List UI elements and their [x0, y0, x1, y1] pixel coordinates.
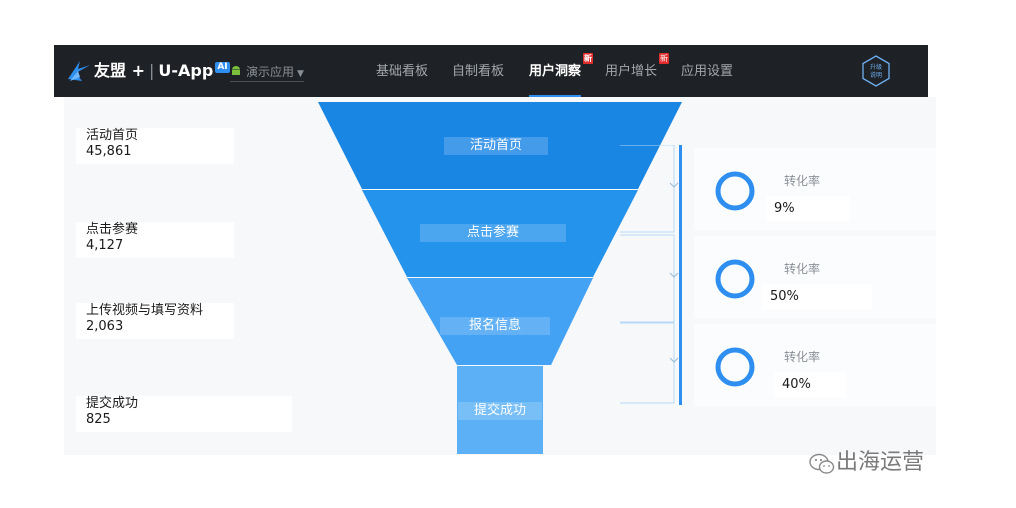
step-name: 点击参赛	[86, 222, 139, 237]
upgrade-label-2: 说明	[869, 72, 882, 79]
nav-tab-label: 用户增长	[605, 64, 658, 79]
step-card-3: 上传视频与填写资料 2,063	[76, 303, 234, 339]
funnel-label-3: 报名信息	[440, 317, 550, 335]
funnel-label-text: 点击参赛	[466, 225, 519, 240]
conversion-label: 转化率	[784, 350, 821, 364]
hexagon-icon	[862, 55, 890, 87]
conversion-value: 9%	[766, 196, 850, 222]
nav-tab-basic-board[interactable]: 基础看板	[376, 63, 428, 81]
funnel-label-1: 活动首页	[444, 137, 548, 155]
conversion-value: 50%	[762, 284, 872, 310]
conversion-card-2: 转化率 50%	[694, 236, 936, 318]
step-name: 上传视频与填写资料	[86, 303, 204, 318]
step-name: 活动首页	[86, 128, 139, 143]
brand-plus: +	[131, 61, 145, 80]
umeng-logo-icon	[68, 61, 90, 81]
nav-tab-label: 基础看板	[376, 64, 429, 79]
new-badge: 新	[659, 53, 670, 64]
conversion-label: 转化率	[784, 262, 821, 276]
step-count: 825	[86, 412, 111, 427]
nav-tab-custom-board[interactable]: 自制看板	[452, 63, 504, 81]
funnel-label-4: 提交成功	[458, 402, 542, 420]
brand-product: U-App	[158, 61, 214, 80]
conversion-ring	[715, 259, 755, 299]
android-icon	[232, 66, 240, 75]
wechat-icon	[809, 453, 835, 474]
nav-tab-label: 自制看板	[452, 64, 505, 79]
upgrade-info-button[interactable]: 升级 说明	[860, 55, 892, 87]
app-select-dropdown[interactable]: 演示应用 ▼	[230, 63, 304, 82]
step-card-2: 点击参赛 4,127	[76, 222, 234, 258]
nav-tab-app-settings[interactable]: 应用设置	[681, 63, 733, 81]
brand-title[interactable]: 友盟 + | U-App AI	[94, 60, 230, 82]
funnel-label-text: 活动首页	[469, 138, 522, 153]
new-badge: 新	[583, 53, 594, 64]
conversion-ring	[715, 171, 755, 211]
conversion-connectors	[620, 145, 682, 405]
nav-tab-label: 应用设置	[681, 64, 734, 79]
conversion-label: 转化率	[784, 174, 821, 188]
brand-name: 友盟	[94, 61, 127, 80]
nav-tab-user-growth[interactable]: 用户增长新	[605, 53, 670, 81]
ai-badge: AI	[215, 62, 230, 73]
funnel-label-text: 提交成功	[473, 403, 526, 418]
conversion-card-1: 转化率 9%	[694, 148, 936, 230]
step-card-1: 活动首页 45,861	[76, 128, 234, 164]
chevron-down-icon: ▼	[297, 69, 304, 79]
conversion-ring	[715, 347, 755, 387]
conversion-card-3: 转化率 40%	[694, 324, 936, 406]
step-name: 提交成功	[86, 396, 139, 411]
nav-tab-user-insight[interactable]: 用户洞察新	[529, 53, 594, 97]
brand-divider: |	[149, 61, 155, 80]
step-count: 4,127	[86, 238, 124, 253]
nav-tab-label: 用户洞察	[529, 64, 582, 79]
upgrade-label-1: 升级	[869, 64, 882, 71]
watermark-text: 出海运营	[836, 450, 925, 475]
conversion-value: 40%	[774, 372, 846, 398]
funnel-label-text: 报名信息	[468, 318, 521, 333]
step-count: 45,861	[86, 144, 132, 159]
funnel-label-2: 点击参赛	[420, 224, 566, 242]
top-nav-bar: 友盟 + | U-App AI 演示应用 ▼ 基础看板 自制看板 用户洞察新 用户增长新…	[54, 45, 928, 97]
step-count: 2,063	[86, 319, 124, 334]
step-card-4: 提交成功 825	[76, 396, 292, 432]
app-select-value: 演示应用	[246, 65, 295, 79]
